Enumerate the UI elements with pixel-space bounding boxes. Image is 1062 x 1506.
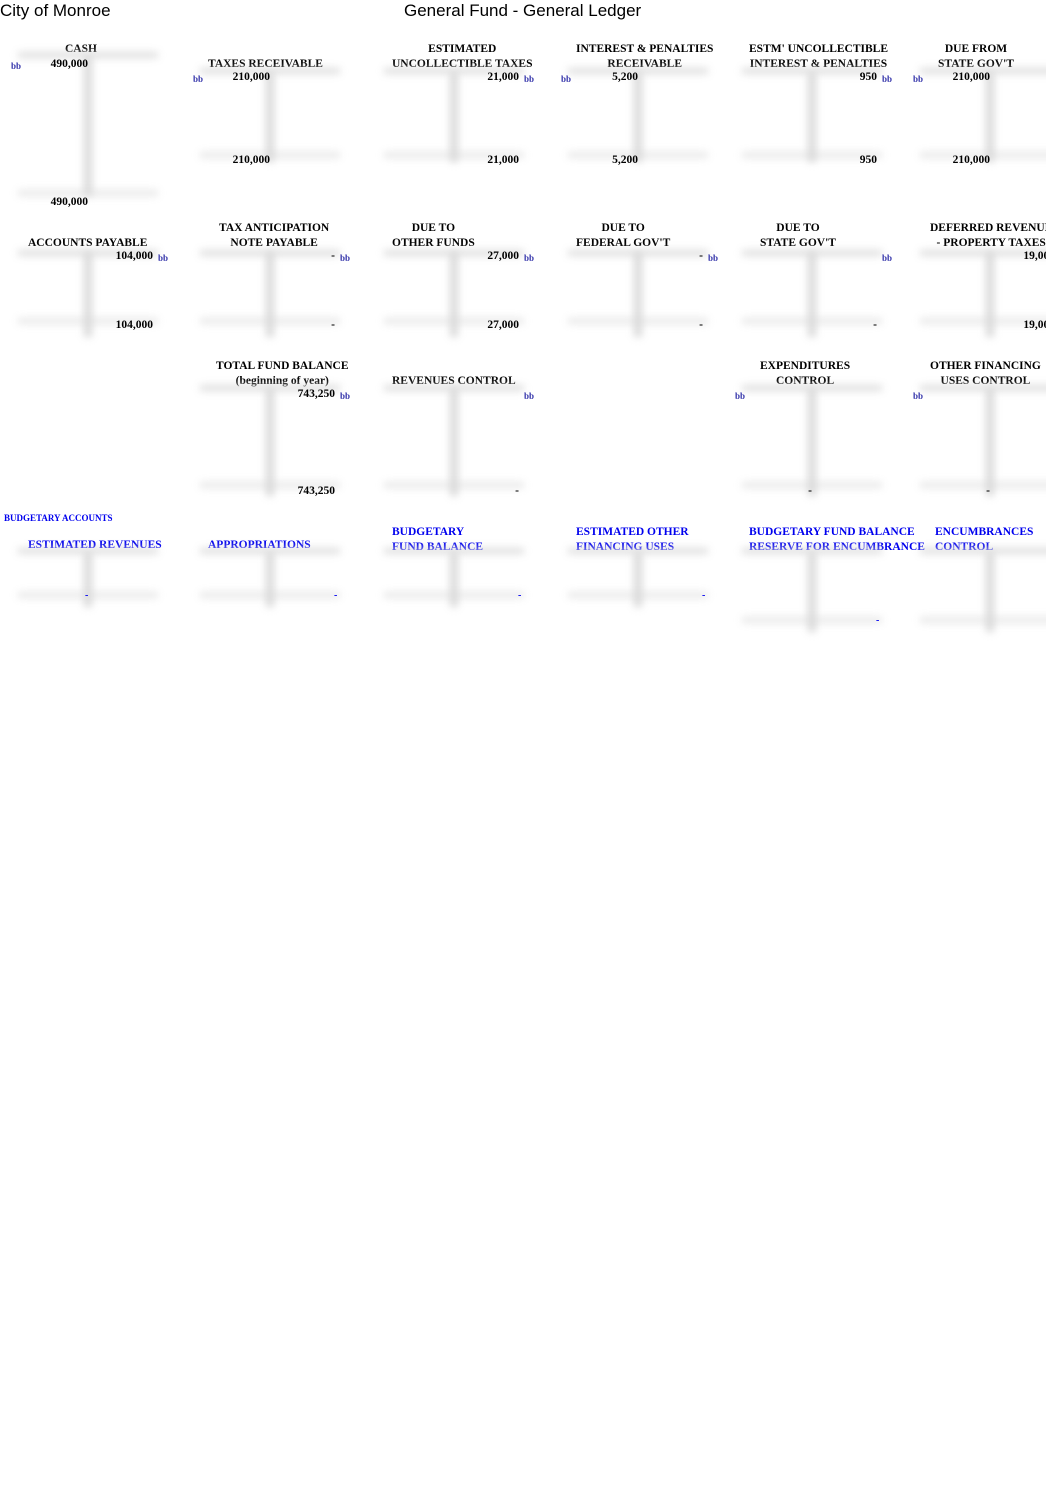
ending-balance: - (334, 590, 338, 601)
account-title: DUE TO STATE GOV'T (760, 222, 836, 249)
t-account-center-rule (450, 72, 458, 162)
beginning-balance-marker: bb (561, 74, 572, 84)
ending-balance: - (876, 615, 880, 626)
account-title: ACCOUNTS PAYABLE (28, 237, 148, 249)
ending-balance: 950 (859, 154, 877, 166)
t-account-center-rule (986, 388, 994, 496)
account-title: DUE TO FEDERAL GOV'T (576, 222, 671, 249)
beginning-balance-marker: bb (340, 391, 351, 401)
opening-balance: - (331, 250, 335, 262)
ending-balance: - (699, 319, 703, 331)
ending-balance: - (515, 485, 519, 497)
beginning-balance-marker: bb (882, 253, 893, 263)
opening-balance: 19,000 (1023, 250, 1046, 262)
t-account-top-rule (920, 548, 1046, 554)
beginning-balance-marker: bb (340, 253, 351, 263)
t-account-center-rule (808, 388, 816, 496)
t-account-center-rule (808, 72, 816, 162)
ending-balance: 27,000 (487, 319, 519, 331)
ending-balance: 743,250 (297, 485, 335, 497)
t-account-balance-rule (742, 617, 882, 623)
t-account-balance-rule (200, 592, 340, 598)
opening-balance: 950 (859, 71, 877, 83)
t-account-center-rule (84, 56, 92, 196)
t-account-center-rule (450, 552, 458, 607)
opening-balance: 104,000 (115, 250, 153, 262)
beginning-balance-marker: bb (524, 74, 535, 84)
account-title: TAX ANTICIPATION NOTE PAYABLE (219, 222, 330, 249)
ending-balance: - (518, 590, 522, 601)
ending-balance: - (986, 485, 990, 497)
opening-balance: 743,250 (297, 388, 335, 400)
t-account-center-rule (450, 388, 458, 496)
ledger-area: BUDGETARY ACCOUNTS CASH 490,000 490,000 bb T… (0, 0, 1046, 700)
beginning-balance-marker: bb (913, 74, 924, 84)
ending-balance: 5,200 (612, 154, 638, 166)
account-title: DUE TO OTHER FUNDS (392, 222, 475, 249)
ending-balance: 104,000 (115, 319, 153, 331)
t-account-center-rule (634, 552, 642, 607)
opening-balance: - (699, 250, 703, 262)
t-account-center-rule (266, 72, 274, 162)
ending-balance: 21,000 (487, 154, 519, 166)
opening-balance: 21,000 (487, 71, 519, 83)
ending-balance: - (85, 590, 89, 601)
beginning-balance-marker: bb (735, 391, 746, 401)
opening-balance: 27,000 (487, 250, 519, 262)
ending-balance: 490,000 (50, 196, 88, 208)
ending-balance: 19,000 (1023, 319, 1046, 331)
t-account-center-rule (266, 552, 274, 607)
t-account-center-rule (266, 388, 274, 496)
beginning-balance-marker: bb (913, 391, 924, 401)
t-account-balance-rule (568, 592, 708, 598)
t-account-balance-rule (920, 617, 1046, 623)
t-account-center-rule (986, 72, 994, 162)
beginning-balance-marker: bb (158, 253, 169, 263)
ending-balance: - (873, 319, 877, 331)
account-title: DEFERRED REVENUE - PROPERTY TAXES (930, 222, 1046, 249)
budgetary-section-label: BUDGETARY ACCOUNTS (4, 513, 113, 523)
t-account-top-rule (920, 385, 1046, 391)
beginning-balance-marker: bb (524, 391, 535, 401)
beginning-balance-marker: bb (11, 61, 22, 71)
beginning-balance-marker: bb (193, 74, 204, 84)
ending-balance: 210,000 (232, 154, 270, 166)
ending-balance: 210,000 (952, 154, 990, 166)
t-account-center-rule (634, 72, 642, 162)
beginning-balance-marker: bb (882, 74, 893, 84)
beginning-balance-marker: bb (524, 253, 535, 263)
ending-balance: - (702, 590, 706, 601)
beginning-balance-marker: bb (708, 253, 719, 263)
t-account-balance-rule (384, 592, 524, 598)
ending-balance: - (808, 485, 812, 497)
ending-balance: - (331, 319, 335, 331)
